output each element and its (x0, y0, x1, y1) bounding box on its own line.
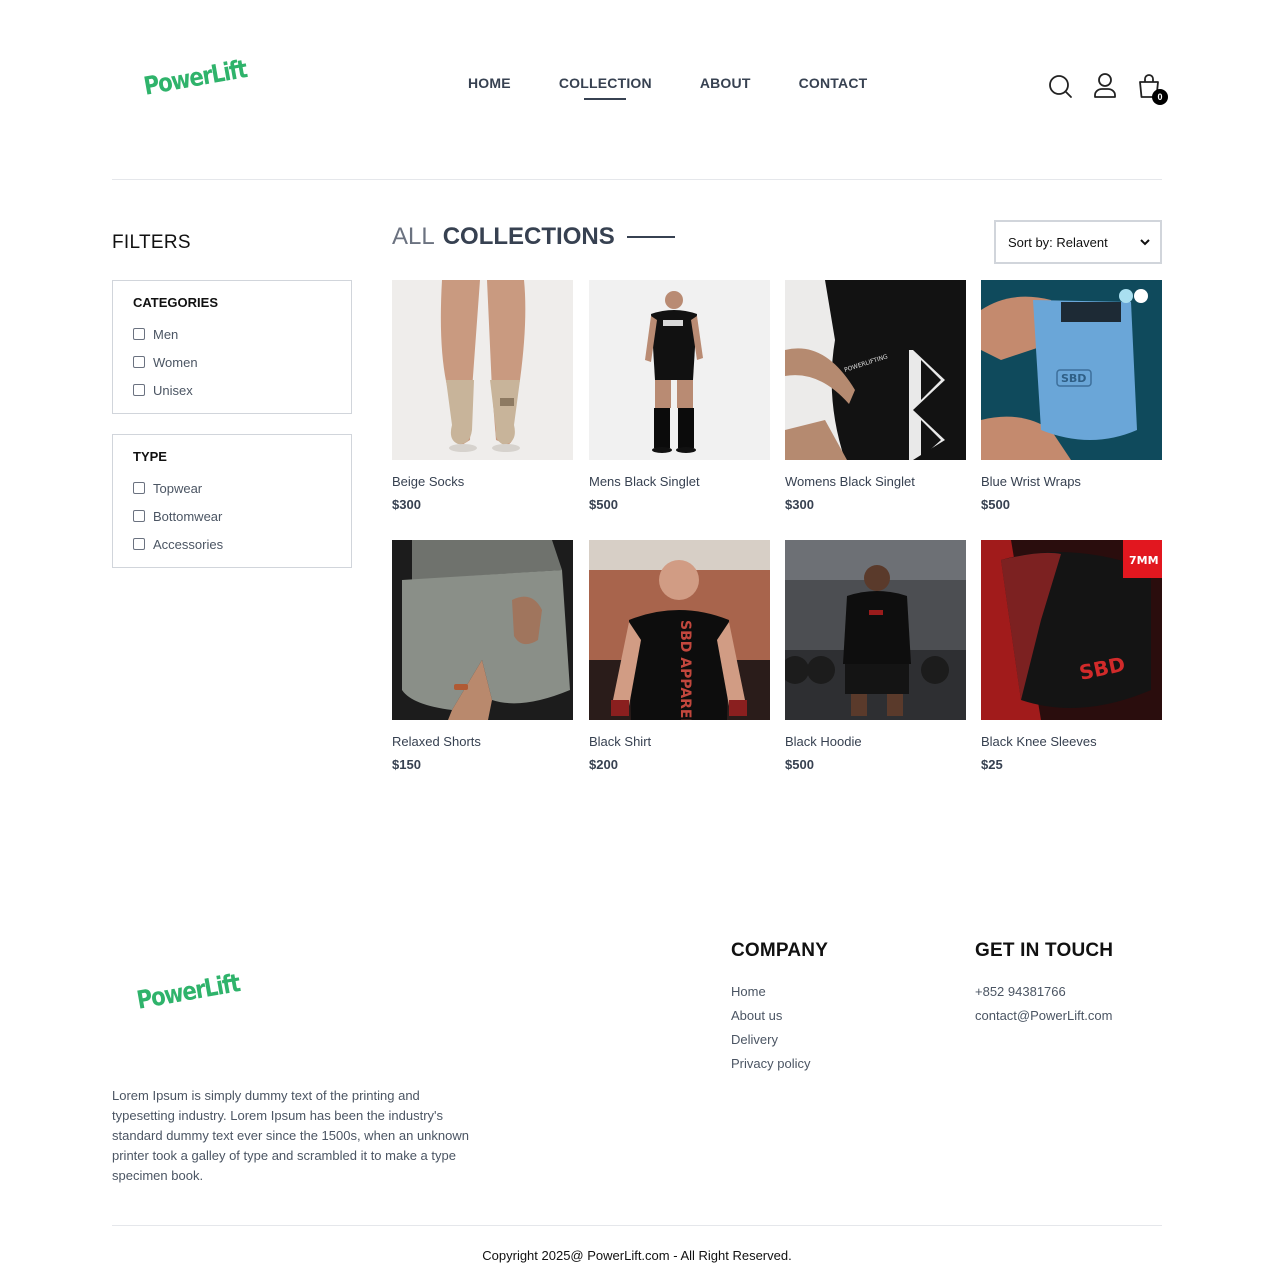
product-price: $25 (981, 757, 1003, 772)
filters-title[interactable]: FILTERS (112, 232, 191, 254)
type-filter-heading: TYPE (133, 449, 167, 464)
product-card[interactable]: SBD APPAREL Black Shirt $200 (589, 540, 770, 772)
svg-text:SBD APPAREL: SBD APPAREL (677, 620, 693, 720)
checkbox[interactable] (133, 356, 145, 368)
checkbox[interactable] (133, 328, 145, 340)
type-filter-panel: TYPE Topwear Bottomwear Accessories (112, 434, 352, 568)
cart-icon[interactable]: 0 (1136, 72, 1168, 105)
footer-logo[interactable]: PowerLift (134, 968, 241, 1015)
filter-option-topwear[interactable]: Topwear (133, 474, 331, 502)
footer-phone: +852 94381766 (975, 984, 1066, 999)
product-card[interactable]: Mens Black Singlet $500 (589, 280, 770, 512)
filter-option-bottomwear[interactable]: Bottomwear (133, 502, 331, 530)
footer-divider (112, 1225, 1162, 1226)
footer-link-privacy[interactable]: Privacy policy (731, 1056, 828, 1080)
category-filter-heading: CATEGORIES (133, 295, 218, 310)
svg-text:7MM: 7MM (1129, 554, 1159, 567)
category-filter-panel: CATEGORIES Men Women Unisex (112, 280, 352, 414)
footer-link-home[interactable]: Home (731, 984, 828, 1008)
filter-option-accessories[interactable]: Accessories (133, 530, 331, 558)
collection-title-light: ALL (392, 223, 435, 250)
footer-company-column: COMPANY Home About us Delivery Privacy p… (731, 940, 828, 1080)
product-price: $300 (785, 497, 814, 512)
product-card[interactable]: Relaxed Shorts $150 (392, 540, 573, 772)
footer-contact-column: GET IN TOUCH +852 94381766 contact@Power… (975, 940, 1113, 1032)
product-card[interactable]: POWERLIFTING Womens Black Singlet $300 (785, 280, 966, 512)
footer-link-delivery[interactable]: Delivery (731, 1032, 828, 1056)
footer-description: Lorem Ipsum is simply dummy text of the … (112, 1088, 469, 1183)
product-price: $200 (589, 757, 618, 772)
product-name[interactable]: Mens Black Singlet (589, 474, 770, 489)
product-name[interactable]: Beige Socks (392, 474, 573, 489)
brand-logo[interactable]: PowerLift (141, 54, 248, 101)
product-image-womens-black-singlet[interactable]: POWERLIFTING (785, 280, 966, 460)
nav-collection[interactable]: COLLECTION (559, 75, 652, 91)
user-icon[interactable] (1092, 72, 1118, 100)
sort-select-value: Sort by: Relavent (1008, 234, 1108, 250)
product-name[interactable]: Relaxed Shorts (392, 734, 573, 749)
svg-text:SBD: SBD (1061, 372, 1086, 385)
product-name[interactable]: Black Knee Sleeves (981, 734, 1162, 749)
footer-link-about[interactable]: About us (731, 1008, 828, 1032)
nav-contact[interactable]: CONTACT (799, 75, 868, 91)
product-image-black-shirt[interactable]: SBD APPAREL (589, 540, 770, 720)
product-card[interactable]: Black Hoodie $500 (785, 540, 966, 772)
product-image-black-hoodie[interactable] (785, 540, 966, 720)
search-icon[interactable] (1048, 72, 1074, 100)
checkbox[interactable] (133, 538, 145, 550)
title-underline (626, 236, 675, 238)
product-price: $300 (392, 497, 421, 512)
footer-company-heading: COMPANY (731, 940, 829, 961)
product-image-mens-black-singlet[interactable] (589, 280, 770, 460)
product-card[interactable]: SBD Blue Wrist Wraps $500 (981, 280, 1162, 512)
site-header: PowerLift HOME COLLECTION ABOUT CONTACT … (112, 0, 1168, 180)
header-icons: 0 (1048, 72, 1168, 105)
product-image-blue-wrist-wraps[interactable]: SBD (981, 280, 1162, 460)
collection-title-bold: COLLECTIONS (442, 223, 615, 250)
nav-home[interactable]: HOME (468, 75, 511, 91)
collection-title: ALL COLLECTIONS (392, 223, 675, 251)
product-image-black-knee-sleeves[interactable]: SBD 7MM (981, 540, 1162, 720)
product-card[interactable]: Beige Socks $300 (392, 280, 573, 512)
product-card[interactable]: SBD 7MM Black Knee Sleeves $25 (981, 540, 1162, 772)
footer-email[interactable]: contact@PowerLift.com (975, 1008, 1113, 1032)
product-price: $500 (589, 497, 618, 512)
product-name[interactable]: Blue Wrist Wraps (981, 474, 1162, 489)
nav-about[interactable]: ABOUT (700, 75, 751, 91)
product-image-beige-socks[interactable] (392, 280, 573, 460)
product-price: $500 (981, 497, 1010, 512)
chevron-down-icon (1140, 239, 1150, 246)
filter-option-unisex[interactable]: Unisex (133, 376, 331, 404)
checkbox[interactable] (133, 384, 145, 396)
product-image-relaxed-shorts[interactable] (392, 540, 573, 720)
product-name[interactable]: Womens Black Singlet (785, 474, 966, 489)
sort-select[interactable]: Sort by: Relavent (994, 220, 1162, 264)
product-price: $150 (392, 757, 421, 772)
cart-count-badge: 0 (1152, 89, 1168, 105)
filter-option-women[interactable]: Women (133, 348, 331, 376)
checkbox[interactable] (133, 510, 145, 522)
copyright-text: Copyright 2025@ PowerLift.com - All Righ… (482, 1248, 792, 1263)
main-nav: HOME COLLECTION ABOUT CONTACT (468, 75, 867, 91)
footer-contact-heading: GET IN TOUCH (975, 940, 1114, 961)
product-name[interactable]: Black Shirt (589, 734, 770, 749)
filter-option-men[interactable]: Men (133, 320, 331, 348)
product-price: $500 (785, 757, 814, 772)
checkbox[interactable] (133, 482, 145, 494)
product-name[interactable]: Black Hoodie (785, 734, 966, 749)
